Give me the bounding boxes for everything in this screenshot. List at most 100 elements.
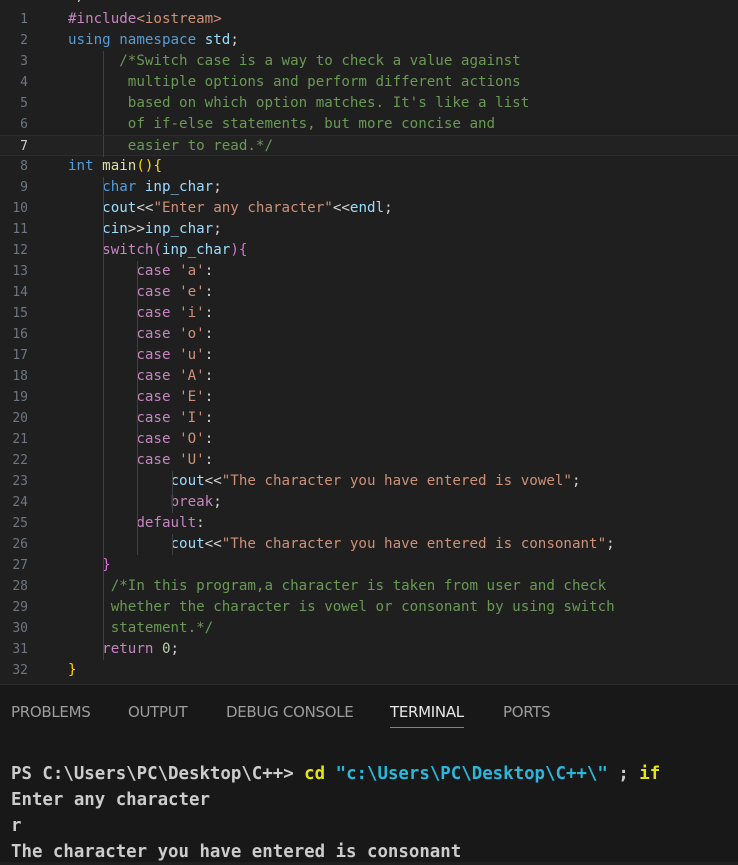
indent-guide	[103, 492, 105, 513]
code-text: case 'A':	[68, 366, 213, 387]
code-token: 'a'	[179, 263, 205, 279]
code-line: 29 whether the character is vowel or con…	[0, 597, 738, 618]
indent-guide	[103, 324, 105, 345]
code-token: {	[153, 158, 162, 174]
line-number: 7	[20, 139, 28, 154]
terminal-output-line: r	[11, 816, 22, 836]
code-text: case 'I':	[68, 408, 213, 429]
code-text: multiple options and perform different a…	[68, 72, 521, 93]
code-token: inp_char	[161, 242, 231, 258]
indent-guide	[103, 471, 105, 492]
code-token: endl	[349, 200, 385, 216]
code-text: cout<<"The character you have entered is…	[68, 471, 581, 492]
line-number: 29	[12, 600, 28, 615]
tab-ports[interactable]: PORTS	[503, 703, 551, 721]
code-token: ;	[606, 536, 615, 552]
line-number: 24	[12, 495, 28, 510]
line-number: 2	[20, 33, 28, 48]
code-token: 'e'	[179, 284, 205, 300]
code-token: of if-else statements, but more concise …	[68, 116, 496, 132]
code-text: statement.*/	[68, 618, 214, 639]
indent-guide	[137, 471, 139, 492]
code-token: namespace	[119, 32, 197, 48]
code-token: switch	[102, 242, 154, 258]
code-text: switch(inp_char){	[68, 240, 247, 261]
code-text: default:	[68, 513, 205, 534]
code-token: cout	[170, 536, 205, 552]
code-token: :	[204, 410, 214, 426]
code-token: "The character you have entered is conso…	[221, 536, 607, 552]
code-token: based on which option matches. It's like…	[68, 95, 530, 111]
code-line: 17 case 'u':	[0, 345, 738, 366]
code-text: /*Switch case is a way to check a value …	[68, 51, 520, 72]
code-token: :	[204, 347, 214, 363]
line-number: 13	[12, 264, 28, 279]
tab-problems[interactable]: PROBLEMS	[11, 703, 91, 721]
code-line: 9 char inp_char;	[0, 177, 738, 198]
line-number: 21	[12, 432, 28, 447]
code-text: cin>>inp_char;	[68, 219, 222, 240]
code-token: 'I'	[179, 410, 205, 426]
code-text: case 'o':	[68, 324, 213, 345]
terminal-output[interactable]: PS C:\Users\PC\Desktop\C++> cd "c:\Users…	[11, 761, 660, 865]
code-line: 2 using namespace std;	[0, 30, 738, 51]
terminal-output-line: Enter any character	[11, 790, 210, 810]
code-token: ;	[230, 32, 239, 48]
code-token: :	[196, 515, 205, 531]
code-editor[interactable]: ;++ 1 #include<iostream> 2 using namespace …	[0, 0, 738, 684]
code-line: 1 #include<iostream>	[0, 9, 738, 30]
line-number: 14	[12, 285, 28, 300]
indent-guide	[103, 429, 105, 450]
line-number: 22	[12, 453, 28, 468]
line-number: 25	[12, 516, 28, 531]
line-number: 11	[12, 222, 28, 237]
code-token: )	[230, 242, 239, 258]
line-number: 8	[20, 159, 28, 174]
code-token: ()	[136, 158, 154, 174]
code-text: case 'O':	[68, 429, 213, 450]
tab-terminal[interactable]: TERMINAL	[390, 703, 464, 728]
code-token: <<	[204, 536, 222, 552]
code-line: 27 }	[0, 555, 738, 576]
code-line: 11 cin>>inp_char;	[0, 219, 738, 240]
line-number: 18	[12, 369, 28, 384]
indent-guide	[103, 219, 105, 240]
code-token: "Enter any character"	[153, 200, 333, 216]
code-token: case	[136, 410, 171, 426]
code-token: >>	[127, 221, 145, 237]
indent-guide	[103, 450, 105, 471]
indent-guide	[137, 513, 139, 534]
line-number: 27	[12, 558, 28, 573]
code-token: inp_char	[144, 221, 214, 237]
tab-debug-console[interactable]: DEBUG CONSOLE	[226, 703, 354, 721]
code-text: #include<iostream>	[68, 9, 222, 30]
code-token: 0	[161, 641, 171, 657]
indent-guide	[137, 534, 139, 555]
code-token: ;	[213, 179, 222, 195]
code-token: }	[68, 662, 77, 678]
line-number: 32	[12, 663, 28, 678]
terminal-command-line: PS C:\Users\PC\Desktop\C++> cd "c:\Users…	[11, 761, 660, 787]
code-token: case	[136, 389, 171, 405]
code-line: 14 case 'e':	[0, 282, 738, 303]
code-token: cout	[102, 200, 137, 216]
tab-output[interactable]: OUTPUT	[128, 703, 188, 721]
line-number: 26	[12, 537, 28, 552]
indent-guide	[103, 555, 105, 576]
line-number: 16	[12, 327, 28, 342]
code-text: cout<<"The character you have entered is…	[68, 534, 615, 555]
code-line: 20 case 'I':	[0, 408, 738, 429]
indent-guide	[137, 345, 139, 366]
code-line: 7 easier to read.*/	[0, 135, 738, 157]
code-token: (	[153, 242, 162, 258]
bottom-panel: PROBLEMS OUTPUT DEBUG CONSOLE TERMINAL P…	[0, 684, 738, 862]
